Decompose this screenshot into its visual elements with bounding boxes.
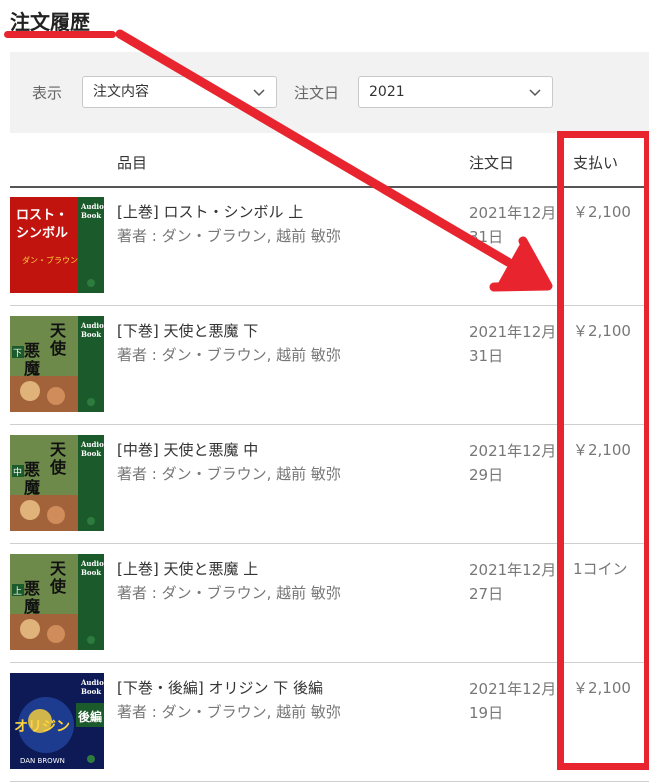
order-date: 2021年12月 29日 — [469, 439, 555, 487]
svg-text:使: 使 — [49, 577, 67, 596]
order-row[interactable]: 天使悪魔中 Audio Book [中巻] 天使と悪魔 中 著者 : ダン・ブラウン… — [10, 425, 649, 544]
svg-text:ダン・ブラウン: ダン・ブラウン — [22, 255, 78, 265]
item-author: 著者 : ダン・ブラウン, 越前 敏弥 — [117, 584, 341, 602]
order-date-line2: 19日 — [469, 704, 504, 722]
order-date: 2021年12月 31日 — [469, 320, 555, 368]
svg-text:後編: 後編 — [78, 709, 102, 724]
order-date-line1: 2021年12月 — [469, 323, 555, 341]
svg-text:使: 使 — [49, 339, 67, 358]
order-row[interactable]: オリジン 後編 DAN BROWN Audio Book [下巻・後編] オリジン 下 … — [10, 663, 649, 782]
item-author: 著者 : ダン・ブラウン, 越前 敏弥 — [117, 227, 341, 245]
svg-text:DAN BROWN: DAN BROWN — [20, 757, 65, 765]
svg-text:Book: Book — [81, 211, 101, 220]
item-title[interactable]: [上巻] ロスト・シンボル 上 — [117, 201, 303, 222]
order-date: 2021年12月 19日 — [469, 677, 555, 725]
order-row[interactable]: ロスト・シンボルダン・ブラウン Audio Book [上巻] ロスト・シンボル 上… — [10, 187, 649, 306]
svg-text:悪: 悪 — [24, 579, 40, 598]
display-select[interactable]: 注文内容 — [82, 76, 277, 108]
item-title[interactable]: [中巻] 天使と悪魔 中 — [117, 439, 258, 460]
column-header-item: 品目 — [117, 154, 148, 172]
svg-text:中: 中 — [13, 466, 22, 478]
order-date-line1: 2021年12月 — [469, 442, 555, 460]
svg-text:上: 上 — [13, 586, 22, 597]
order-date: 2021年12月 27日 — [469, 558, 555, 606]
svg-text:ロスト・: ロスト・ — [16, 208, 68, 223]
date-select[interactable]: 2021 — [358, 76, 553, 108]
order-row[interactable]: 天使悪魔上 Audio Book [上巻] 天使と悪魔 上 著者 : ダン・ブラウン… — [10, 544, 649, 663]
order-row[interactable]: 天使悪魔下 Audio Book [下巻] 天使と悪魔 下 著者 : ダン・ブラウン… — [10, 306, 649, 425]
svg-text:Book: Book — [81, 449, 101, 458]
order-date-line2: 31日 — [469, 347, 504, 365]
title-underline-annotation — [4, 31, 116, 38]
order-date: 2021年12月 31日 — [469, 201, 555, 249]
svg-text:オリジン: オリジン — [14, 719, 70, 735]
svg-text:Book: Book — [81, 687, 101, 696]
order-date-line1: 2021年12月 — [469, 680, 555, 698]
svg-text:Book: Book — [81, 330, 101, 339]
order-date-line1: 2021年12月 — [469, 561, 555, 579]
chevron-down-icon — [529, 89, 541, 97]
item-title[interactable]: [下巻] 天使と悪魔 下 — [117, 320, 258, 341]
svg-text:魔: 魔 — [24, 597, 41, 616]
book-cover-image[interactable]: ロスト・シンボルダン・ブラウン Audio Book — [10, 197, 104, 293]
svg-text:Audio: Audio — [80, 559, 104, 568]
svg-text:魔: 魔 — [24, 478, 41, 497]
item-title[interactable]: [上巻] 天使と悪魔 上 — [117, 558, 258, 579]
svg-text:Audio: Audio — [80, 678, 104, 687]
item-author: 著者 : ダン・ブラウン, 越前 敏弥 — [117, 346, 341, 364]
book-cover-image[interactable]: 天使悪魔下 Audio Book — [10, 316, 104, 412]
payment-column-highlight-annotation — [557, 131, 649, 770]
svg-text:Book: Book — [81, 568, 101, 577]
order-date-line1: 2021年12月 — [469, 204, 555, 222]
order-date-line2: 29日 — [469, 466, 504, 484]
display-select-value: 注文内容 — [93, 84, 149, 100]
svg-text:悪: 悪 — [24, 341, 40, 360]
order-date-line2: 31日 — [469, 228, 504, 246]
svg-text:天: 天 — [50, 440, 67, 459]
date-label: 注文日 — [294, 84, 340, 102]
item-author: 著者 : ダン・ブラウン, 越前 敏弥 — [117, 703, 341, 721]
svg-text:天: 天 — [50, 321, 67, 340]
book-cover-image[interactable]: オリジン 後編 DAN BROWN Audio Book — [10, 673, 104, 769]
item-author: 著者 : ダン・ブラウン, 越前 敏弥 — [117, 465, 341, 483]
svg-text:シンボル: シンボル — [16, 225, 68, 241]
filter-bar: 表示 注文内容 注文日 2021 — [10, 52, 649, 133]
display-label: 表示 — [32, 84, 63, 102]
book-cover-image[interactable]: 天使悪魔上 Audio Book — [10, 554, 104, 650]
order-date-line2: 27日 — [469, 585, 504, 603]
svg-text:下: 下 — [13, 349, 22, 359]
date-select-value: 2021 — [369, 84, 405, 100]
item-title[interactable]: [下巻・後編] オリジン 下 後編 — [117, 677, 323, 698]
svg-text:天: 天 — [50, 559, 67, 578]
book-cover-image[interactable]: 天使悪魔中 Audio Book — [10, 435, 104, 531]
chevron-down-icon — [253, 89, 265, 97]
column-header-date: 注文日 — [469, 154, 515, 172]
svg-text:魔: 魔 — [24, 359, 41, 378]
svg-text:悪: 悪 — [24, 460, 40, 479]
svg-text:Audio: Audio — [80, 321, 104, 330]
svg-text:Audio: Audio — [80, 440, 104, 449]
table-header: 品目 注文日 支払い — [10, 134, 649, 188]
svg-text:使: 使 — [49, 458, 67, 477]
svg-text:Audio: Audio — [80, 202, 104, 211]
